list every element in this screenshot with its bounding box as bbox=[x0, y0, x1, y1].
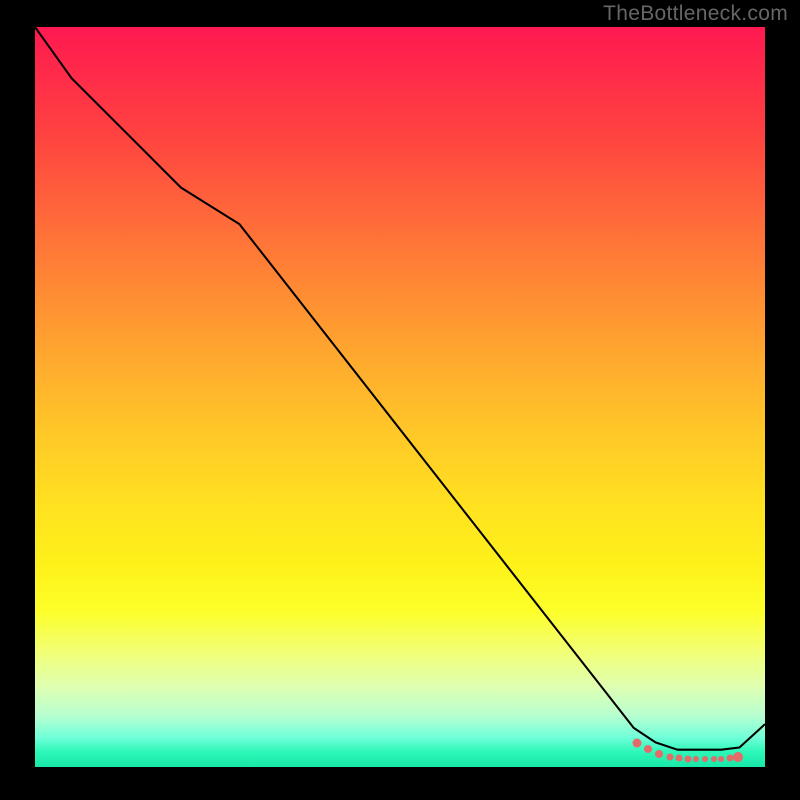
data-marker bbox=[718, 756, 724, 762]
data-marker bbox=[693, 756, 699, 762]
data-marker bbox=[644, 745, 652, 753]
data-marker bbox=[655, 750, 663, 758]
chart-line bbox=[35, 27, 765, 750]
data-marker bbox=[702, 756, 708, 762]
data-marker bbox=[675, 755, 682, 762]
data-marker bbox=[711, 756, 717, 762]
data-marker bbox=[733, 752, 743, 762]
line-chart-svg bbox=[35, 27, 765, 757]
watermark-text: TheBottleneck.com bbox=[603, 2, 788, 26]
plot-area bbox=[35, 27, 765, 767]
data-marker bbox=[667, 753, 674, 760]
data-marker bbox=[633, 739, 642, 748]
data-marker bbox=[685, 755, 692, 762]
